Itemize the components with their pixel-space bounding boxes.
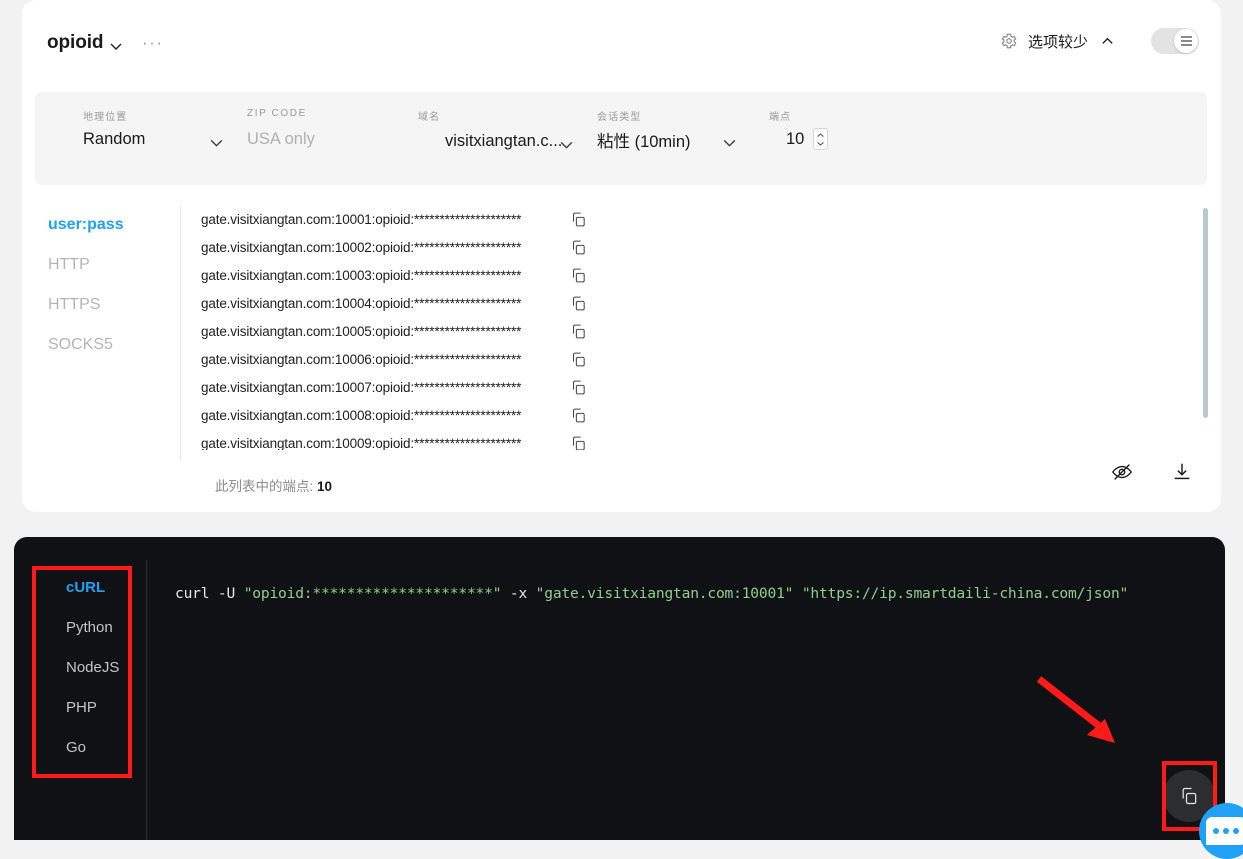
tab-http[interactable]: HTTP — [48, 245, 173, 285]
copy-icon[interactable] — [570, 351, 587, 368]
proxy-endpoint-text: gate.visitxiangtan.com:10007:opioid:****… — [201, 379, 522, 395]
proxy-endpoint-text: gate.visitxiangtan.com:10008:opioid:****… — [201, 407, 522, 423]
annotation-box-language-tabs — [32, 566, 132, 778]
zip-code-input[interactable]: USA only — [247, 130, 315, 149]
endpoint-count-label: 此列表中的端点: — [215, 479, 314, 494]
table-row[interactable]: gate.visitxiangtan.com:10002:opioid:****… — [182, 233, 1212, 261]
more-options-icon[interactable]: ··· — [142, 34, 163, 51]
filter-session-type[interactable]: 会话类型 粘性 (10min) — [597, 92, 787, 185]
download-icon[interactable] — [1171, 461, 1193, 483]
chevron-down-icon[interactable] — [721, 134, 738, 151]
proxy-endpoint-text: gate.visitxiangtan.com:10009:opioid:****… — [201, 435, 522, 451]
filter-endpoints-label: 端点 — [769, 112, 792, 123]
tab-user-pass[interactable]: user:pass — [48, 205, 173, 245]
code-snippet[interactable]: curl -U "opioid:*********************" -… — [175, 585, 1128, 602]
filter-location[interactable]: 地理位置 Random — [83, 92, 243, 185]
table-row[interactable]: gate.visitxiangtan.com:10005:opioid:****… — [182, 317, 1212, 345]
code-credential: "opioid:*********************" — [243, 585, 502, 602]
card-header: opioid ··· 选项较少 — [22, 0, 1221, 92]
filter-session-type-value: 粘性 (10min) — [597, 133, 691, 151]
chevron-down-icon[interactable] — [558, 136, 575, 153]
code-proxy-flag: -x — [501, 585, 536, 602]
filter-location-value: Random — [83, 130, 146, 148]
table-row[interactable]: gate.visitxiangtan.com:10003:opioid:****… — [182, 261, 1212, 289]
table-row[interactable]: gate.visitxiangtan.com:10004:opioid:****… — [182, 289, 1212, 317]
endpoints-input[interactable]: 10 — [786, 130, 804, 149]
list-divider — [180, 205, 181, 460]
options-toggle-label[interactable]: 选项较少 — [1028, 31, 1088, 52]
quantity-stepper[interactable] — [813, 128, 828, 150]
filter-zip-code-label: ZIP CODE — [247, 108, 307, 119]
menu-icon — [1174, 29, 1198, 53]
view-mode-toggle[interactable] — [1151, 28, 1199, 54]
stepper-down-icon — [817, 141, 824, 146]
copy-icon[interactable] — [570, 407, 587, 424]
chevron-up-icon[interactable] — [1100, 34, 1115, 49]
proxy-endpoint-text: gate.visitxiangtan.com:10004:opioid:****… — [201, 295, 522, 311]
proxy-list[interactable]: gate.visitxiangtan.com:10001:opioid:****… — [182, 205, 1212, 450]
format-tab-list: user:pass HTTP HTTPS SOCKS5 — [48, 205, 173, 365]
header-right-controls: 选项较少 — [1000, 28, 1199, 54]
table-row[interactable]: gate.visitxiangtan.com:10006:opioid:****… — [182, 345, 1212, 373]
code-url: "https://ip.smartdaili-china.com/json" — [801, 585, 1129, 602]
endpoint-count-value: 10 — [317, 479, 333, 494]
chevron-down-icon[interactable] — [108, 38, 124, 54]
copy-icon[interactable] — [570, 435, 587, 451]
proxy-endpoint-text: gate.visitxiangtan.com:10006:opioid:****… — [201, 351, 522, 367]
annotation-arrow — [1036, 676, 1115, 743]
filter-domain-value: visitxiangtan.c... — [445, 132, 563, 150]
table-row[interactable]: gate.visitxiangtan.com:10008:opioid:****… — [182, 401, 1212, 429]
endpoint-count: 此列表中的端点: 10 — [215, 475, 332, 495]
filter-zip-code[interactable]: ZIP CODE USA only — [247, 92, 407, 185]
proxy-config-card: opioid ··· 选项较少 地理位置 Random ZIP CODE USA… — [22, 0, 1221, 512]
filter-domain-label: 域名 — [418, 112, 441, 123]
copy-icon[interactable] — [570, 379, 587, 396]
gear-icon[interactable] — [1000, 32, 1018, 50]
tab-https[interactable]: HTTPS — [48, 285, 173, 325]
copy-icon[interactable] — [570, 323, 587, 340]
copy-icon[interactable] — [570, 295, 587, 312]
project-name[interactable]: opioid — [47, 32, 103, 54]
chevron-down-icon[interactable] — [208, 134, 225, 151]
filter-domain[interactable]: 域名 visitxiangtan.c... — [418, 92, 598, 185]
filter-endpoints[interactable]: 端点 10 — [769, 92, 859, 185]
proxy-endpoint-text: gate.visitxiangtan.com:10003:opioid:****… — [201, 267, 522, 283]
list-actions — [1111, 461, 1193, 483]
filter-session-type-label: 会话类型 — [597, 112, 642, 123]
proxy-endpoint-text: gate.visitxiangtan.com:10001:opioid:****… — [201, 211, 522, 227]
copy-icon[interactable] — [570, 239, 587, 256]
list-scrollbar[interactable] — [1203, 208, 1208, 418]
table-row[interactable]: gate.visitxiangtan.com:10001:opioid:****… — [182, 205, 1212, 233]
filter-bar: 地理位置 Random ZIP CODE USA only 域名 visitxi… — [35, 92, 1207, 185]
tab-socks5[interactable]: SOCKS5 — [48, 325, 173, 365]
code-panel-divider — [146, 560, 147, 840]
proxy-endpoint-text: gate.visitxiangtan.com:10002:opioid:****… — [201, 239, 522, 255]
proxy-endpoint-text: gate.visitxiangtan.com:10005:opioid:****… — [201, 323, 522, 339]
stepper-up-icon — [817, 132, 824, 137]
table-row[interactable]: gate.visitxiangtan.com:10009:opioid:****… — [182, 429, 1212, 450]
eye-off-icon[interactable] — [1111, 461, 1133, 483]
code-command: curl -U — [175, 585, 244, 602]
copy-icon[interactable] — [570, 267, 587, 284]
chat-bubble-icon — [1206, 817, 1243, 845]
table-row[interactable]: gate.visitxiangtan.com:10007:opioid:****… — [182, 373, 1212, 401]
copy-icon[interactable] — [570, 211, 587, 228]
chat-widget-button[interactable] — [1199, 803, 1243, 859]
filter-location-label: 地理位置 — [83, 112, 128, 123]
code-proxy-target: "gate.visitxiangtan.com:10001" — [535, 585, 794, 602]
